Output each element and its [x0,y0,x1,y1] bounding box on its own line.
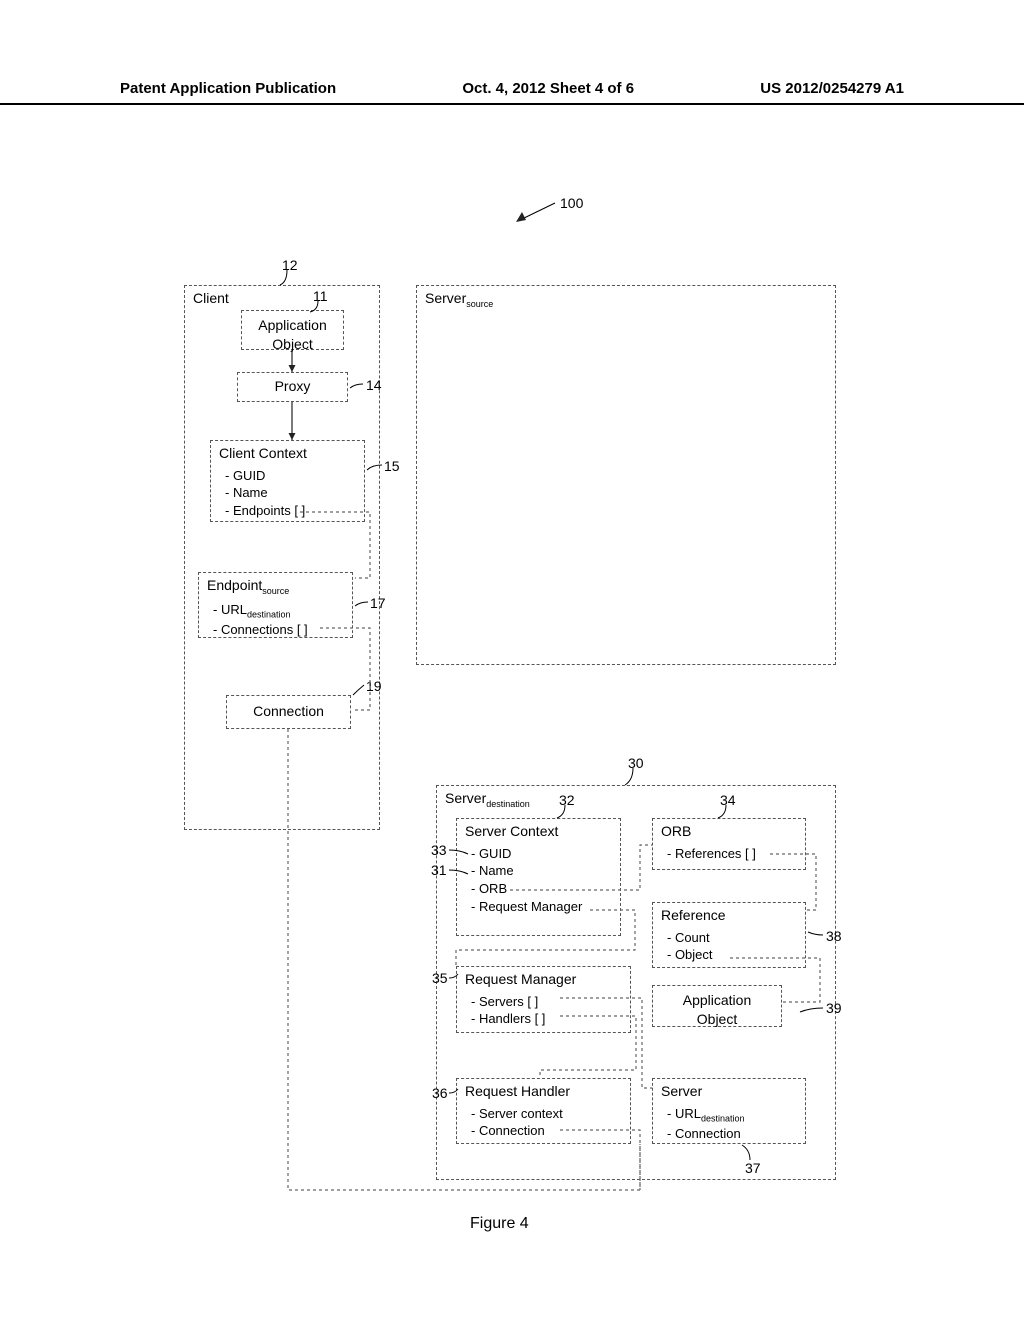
req-manager-box: Request Manager - Servers [ ] - Handlers… [456,966,631,1033]
reference-title: Reference [653,903,805,927]
reference-count: - Count [667,929,795,947]
server-inner-connection: - Connection [667,1125,795,1143]
server-app-object-label: Application Object [653,986,781,1031]
header-right: US 2012/0254279 A1 [760,80,904,97]
ref-14: 14 [366,377,382,393]
ref-36: 36 [432,1085,448,1101]
proxy-label: Proxy [238,373,347,398]
ref-15: 15 [384,458,400,474]
server-inner-title: Server [653,1079,805,1103]
ref-35: 35 [432,970,448,986]
ref-32: 32 [559,792,575,808]
client-context-name: - Name [225,484,354,502]
ref-31: 31 [431,862,447,878]
ref-19: 19 [366,678,382,694]
endpoint-rows: - URLdestination - Connections [ ] [199,599,352,642]
client-context-guid: - GUID [225,467,354,485]
server-context-orb: - ORB [471,880,610,898]
ref-34: 34 [720,792,736,808]
req-manager-rows: - Servers [ ] - Handlers [ ] [457,991,630,1032]
server-context-name: - Name [471,862,610,880]
ref-33: 33 [431,842,447,858]
connection-label: Connection [227,696,350,723]
ref-100: 100 [560,195,583,211]
server-context-rows: - GUID - Name - ORB - Request Manager [457,843,620,919]
header-left: Patent Application Publication [120,80,336,97]
page-header: Patent Application Publication Oct. 4, 2… [0,80,1024,105]
server-inner-url: - URLdestination [667,1105,795,1125]
diagram-canvas: 100 12 Client 11 Application Object Prox… [0,140,1024,1240]
ref-38: 38 [826,928,842,944]
orb-references: - References [ ] [667,845,795,863]
reference-object: - Object [667,946,795,964]
client-context-rows: - GUID - Name - Endpoints [ ] [211,465,364,524]
client-box: Client [184,285,380,830]
server-source-box: Serversource [416,285,836,665]
server-context-guid: - GUID [471,845,610,863]
server-inner-box: Server - URLdestination - Connection [652,1078,806,1144]
server-source-title: Serversource [417,286,835,312]
server-context-box: Server Context - GUID - Name - ORB - Req… [456,818,621,936]
req-handler-context: - Server context [471,1105,620,1123]
ref-12: 12 [282,257,298,273]
req-manager-title: Request Manager [457,967,630,991]
ref-30: 30 [628,755,644,771]
client-context-box: Client Context - GUID - Name - Endpoints… [210,440,365,522]
reference-box: Reference - Count - Object [652,902,806,968]
endpoint-box: Endpointsource - URLdestination - Connec… [198,572,353,638]
server-context-title: Server Context [457,819,620,843]
figure-caption: Figure 4 [470,1215,529,1233]
orb-box: ORB - References [ ] [652,818,806,870]
client-app-object-label: Application Object [242,311,343,356]
client-title: Client [185,286,379,310]
proxy-box: Proxy [237,372,348,402]
client-app-object-box: Application Object [241,310,344,350]
connection-box: Connection [226,695,351,729]
req-handler-title: Request Handler [457,1079,630,1103]
server-context-reqmgr: - Request Manager [471,898,610,916]
req-handler-rows: - Server context - Connection [457,1103,630,1144]
server-app-object-box: Application Object [652,985,782,1027]
req-manager-handlers: - Handlers [ ] [471,1010,620,1028]
ref-39: 39 [826,1000,842,1016]
endpoint-title: Endpointsource [199,573,352,599]
req-handler-box: Request Handler - Server context - Conne… [456,1078,631,1144]
req-handler-connection: - Connection [471,1122,620,1140]
orb-title: ORB [653,819,805,843]
reference-rows: - Count - Object [653,927,805,968]
req-manager-servers: - Servers [ ] [471,993,620,1011]
endpoint-connections: - Connections [ ] [213,621,342,639]
ref-17: 17 [370,595,386,611]
ref-37: 37 [745,1160,761,1176]
client-context-endpoints: - Endpoints [ ] [225,502,354,520]
ref-11: 11 [313,288,328,304]
orb-rows: - References [ ] [653,843,805,867]
server-inner-rows: - URLdestination - Connection [653,1103,805,1146]
server-dest-title: Serverdestination [437,786,835,812]
endpoint-url: - URLdestination [213,601,342,621]
client-context-title: Client Context [211,441,364,465]
header-center: Oct. 4, 2012 Sheet 4 of 6 [462,80,634,97]
